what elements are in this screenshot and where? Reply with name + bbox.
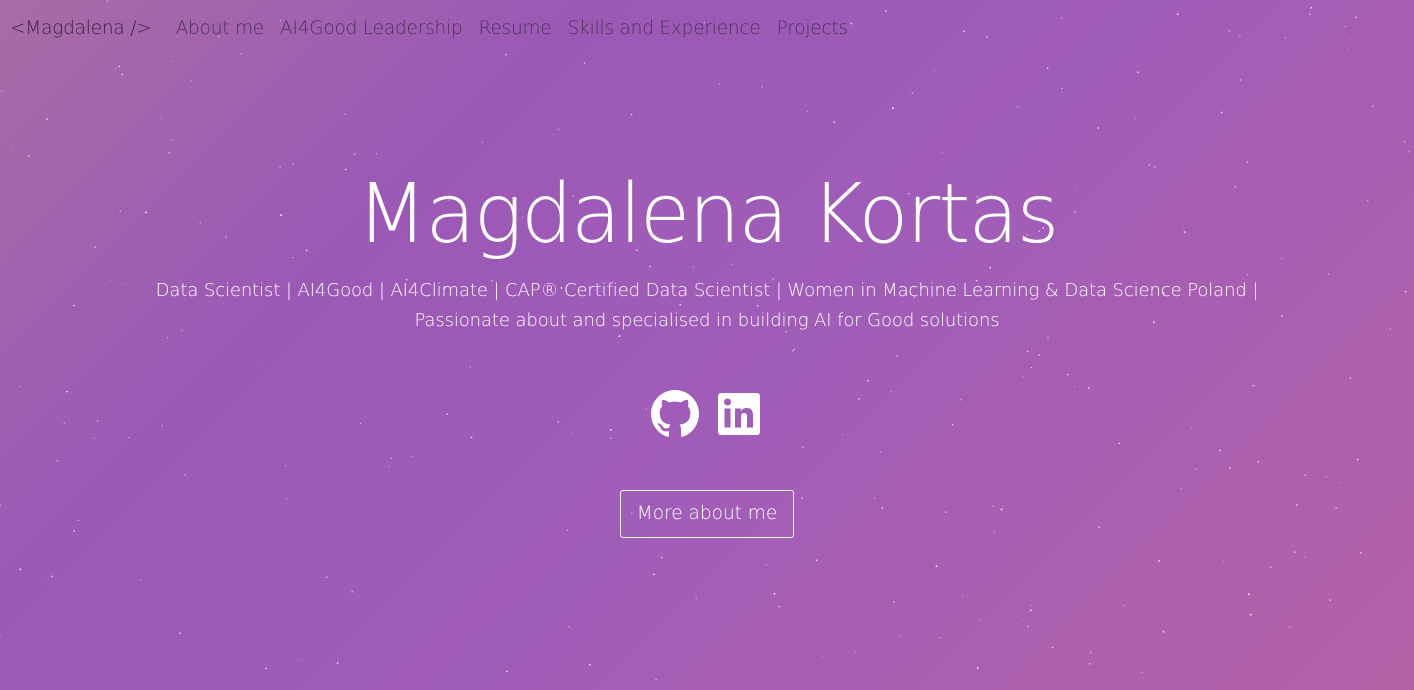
cta-wrapper: More about me	[0, 490, 1414, 538]
nav-link-skills-and-experience[interactable]: Skills and Experience	[568, 18, 761, 39]
nav-link-about-me[interactable]: About me	[176, 18, 265, 39]
starfield-background	[0, 0, 1410, 681]
hero-title: Magdalena Kortas	[356, 167, 1060, 262]
social-links	[0, 390, 1414, 438]
more-about-me-button[interactable]: More about me	[619, 490, 795, 538]
hero-section: Magdalena Kortas Data Scientist | AI4Goo…	[0, 160, 1414, 336]
brand-link[interactable]: <Magdalena />	[10, 18, 152, 39]
linkedin-link[interactable]	[715, 390, 763, 438]
linkedin-icon	[718, 393, 760, 435]
nav-link-projects[interactable]: Projects	[777, 18, 849, 39]
nav-link-ai4good-leadership[interactable]: AI4Good Leadership	[280, 18, 463, 39]
hero-subtitle: Data Scientist | AI4Good | AI4Climate | …	[155, 280, 1259, 331]
top-navbar: <Magdalena /> About me AI4Good Leadershi…	[10, 14, 864, 42]
github-icon	[651, 390, 699, 437]
nav-link-resume[interactable]: Resume	[479, 18, 552, 39]
github-link[interactable]	[651, 390, 699, 438]
